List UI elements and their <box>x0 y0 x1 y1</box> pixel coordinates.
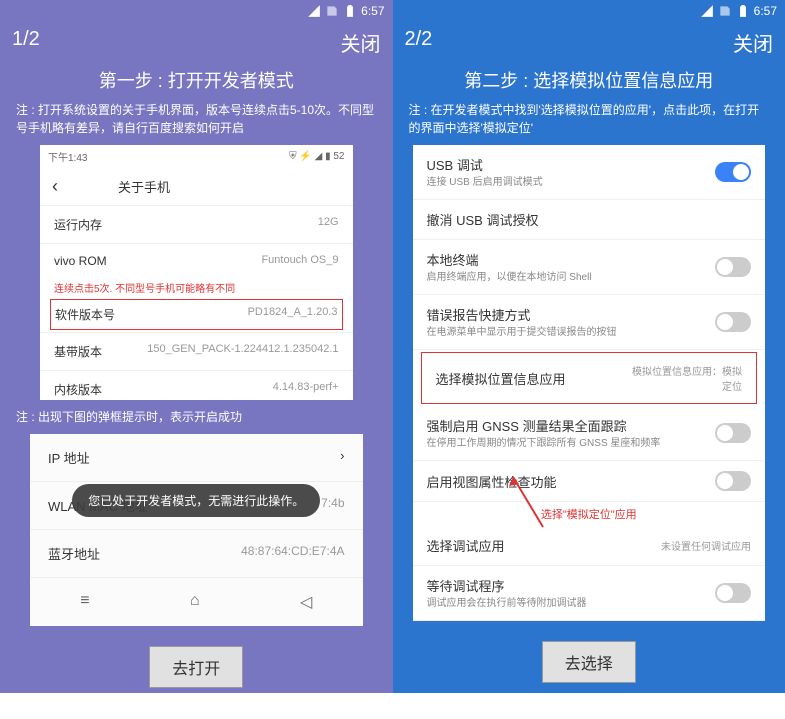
step2-panel: 6:57 2/2 关闭 第二步 : 选择模拟位置信息应用 注 : 在开发者模式中… <box>393 0 785 693</box>
mock-navbar: ≡ ⌂ ◁ <box>30 578 363 626</box>
no-sim-icon <box>325 4 339 18</box>
page-indicator: 1/2 <box>12 28 40 57</box>
mock-row-version-highlighted: 软件版本号PD1824_A_1.20.3 <box>50 299 343 330</box>
close-button[interactable]: 关闭 <box>341 28 381 57</box>
menu-icon: ≡ <box>80 592 89 612</box>
signal-triangle-icon <box>307 4 321 18</box>
setting-force-gnss[interactable]: 强制启用 GNSS 测量结果全面跟踪 在停用工作周期的情况下跟踪所有 GNSS … <box>413 406 766 461</box>
step-note: 注 : 打开系统设置的关于手机界面，版本号连续点击5-10次。不同型号手机略有差… <box>0 93 393 145</box>
setting-debug-app[interactable]: 选择调试应用 未设置任何调试应用 <box>413 526 766 566</box>
toggle-off-icon[interactable] <box>715 583 751 603</box>
topbar: 1/2 关闭 <box>0 22 393 63</box>
bottom-note: 打开开发者模式，对你的手机没有任何损伤，请放心操作 <box>0 700 393 719</box>
red-hint: 选择"模拟定位"应用 <box>413 502 766 526</box>
mock2-bt: 蓝牙地址48:87:64:CD:E7:4A <box>30 530 363 578</box>
topbar: 2/2 关闭 <box>393 22 785 63</box>
about-phone-mock: 下午1:43 ⛨ ⚡ ◢ ▮ 52 ‹ 关于手机 运行内存12G vivo RO… <box>40 145 353 400</box>
chevron-right-icon: › <box>340 448 344 467</box>
signal-triangle-icon <box>700 4 714 18</box>
mock-row-baseband: 基带版本150_GEN_PACK-1.224412.1.235042.1 <box>40 332 353 370</box>
bottom-note: 注:需要先完成第一步设置 <box>393 695 785 714</box>
step-title: 第一步 : 打开开发者模式 <box>0 67 393 93</box>
android-status-bar: 6:57 <box>393 0 785 22</box>
no-sim-icon <box>718 4 732 18</box>
setting-view-attr[interactable]: 启用视图属性检查功能 <box>413 461 766 502</box>
setting-wait-debugger[interactable]: 等待调试程序 调试应用会在执行前等待附加调试器 <box>413 566 766 621</box>
mock-row-rom: vivo ROMFuntouch OS_9 <box>40 243 353 278</box>
step1-panel: 6:57 1/2 关闭 第一步 : 打开开发者模式 注 : 打开系统设置的关于手… <box>0 0 393 693</box>
step-note: 注 : 在开发者模式中找到'选择模拟位置的应用'，点击此项，在打开的界面中选择'… <box>393 93 785 145</box>
step-note-2: 注 : 出现下图的弹框提示时，表示开启成功 <box>0 400 393 434</box>
close-button[interactable]: 关闭 <box>733 28 773 57</box>
back-icon: ‹ <box>52 176 58 197</box>
page-indicator: 2/2 <box>405 28 433 57</box>
battery-icon <box>343 4 357 18</box>
go-select-button[interactable]: 去选择 <box>542 641 636 683</box>
toggle-on-icon[interactable] <box>715 162 751 182</box>
android-status-bar: 6:57 <box>0 0 393 22</box>
mock-status-bar: 下午1:43 ⛨ ⚡ ◢ ▮ 52 <box>40 145 353 168</box>
setting-local-terminal[interactable]: 本地终端 启用终端应用，以便在本地访问 Shell <box>413 240 766 295</box>
setting-mock-location[interactable]: 选择模拟位置信息应用 模拟位置信息应用：模拟定位 <box>422 353 757 403</box>
toggle-off-icon[interactable] <box>715 471 751 491</box>
setting-bug-report[interactable]: 错误报告快捷方式 在电源菜单中显示用于提交错误报告的按钮 <box>413 295 766 350</box>
go-open-button[interactable]: 去打开 <box>149 646 243 688</box>
mock-warning: 连续点击5次. 不同型号手机可能略有不同 <box>40 278 353 297</box>
mock-row-kernel: 内核版本4.14.83-perf+ <box>40 370 353 400</box>
status-time: 6:57 <box>754 4 777 18</box>
mock-row-memory: 运行内存12G <box>40 205 353 243</box>
setting-mock-location-highlighted: 选择模拟位置信息应用 模拟位置信息应用：模拟定位 <box>421 352 758 404</box>
toggle-off-icon[interactable] <box>715 423 751 443</box>
toggle-off-icon[interactable] <box>715 257 751 277</box>
status-time: 6:57 <box>361 4 384 18</box>
battery-icon <box>736 4 750 18</box>
developer-toast-mock: IP 地址› WLAN MAC 地址7:4b 您已处于开发者模式，无需进行此操作… <box>30 434 363 626</box>
developer-mode-toast: 您已处于开发者模式，无需进行此操作。 <box>72 484 320 517</box>
toggle-off-icon[interactable] <box>715 312 751 332</box>
mock2-ip: IP 地址› <box>30 434 363 482</box>
home-icon: ⌂ <box>190 592 200 612</box>
step-title: 第二步 : 选择模拟位置信息应用 <box>393 67 785 93</box>
setting-revoke-usb[interactable]: 撤消 USB 调试授权 <box>413 200 766 240</box>
mock-header: ‹ 关于手机 <box>40 168 353 205</box>
back-nav-icon: ◁ <box>300 592 312 612</box>
setting-usb-debug[interactable]: USB 调试 连接 USB 后启用调试模式 <box>413 145 766 200</box>
developer-options-mock: USB 调试 连接 USB 后启用调试模式 撤消 USB 调试授权 本地终端 启… <box>413 145 766 621</box>
